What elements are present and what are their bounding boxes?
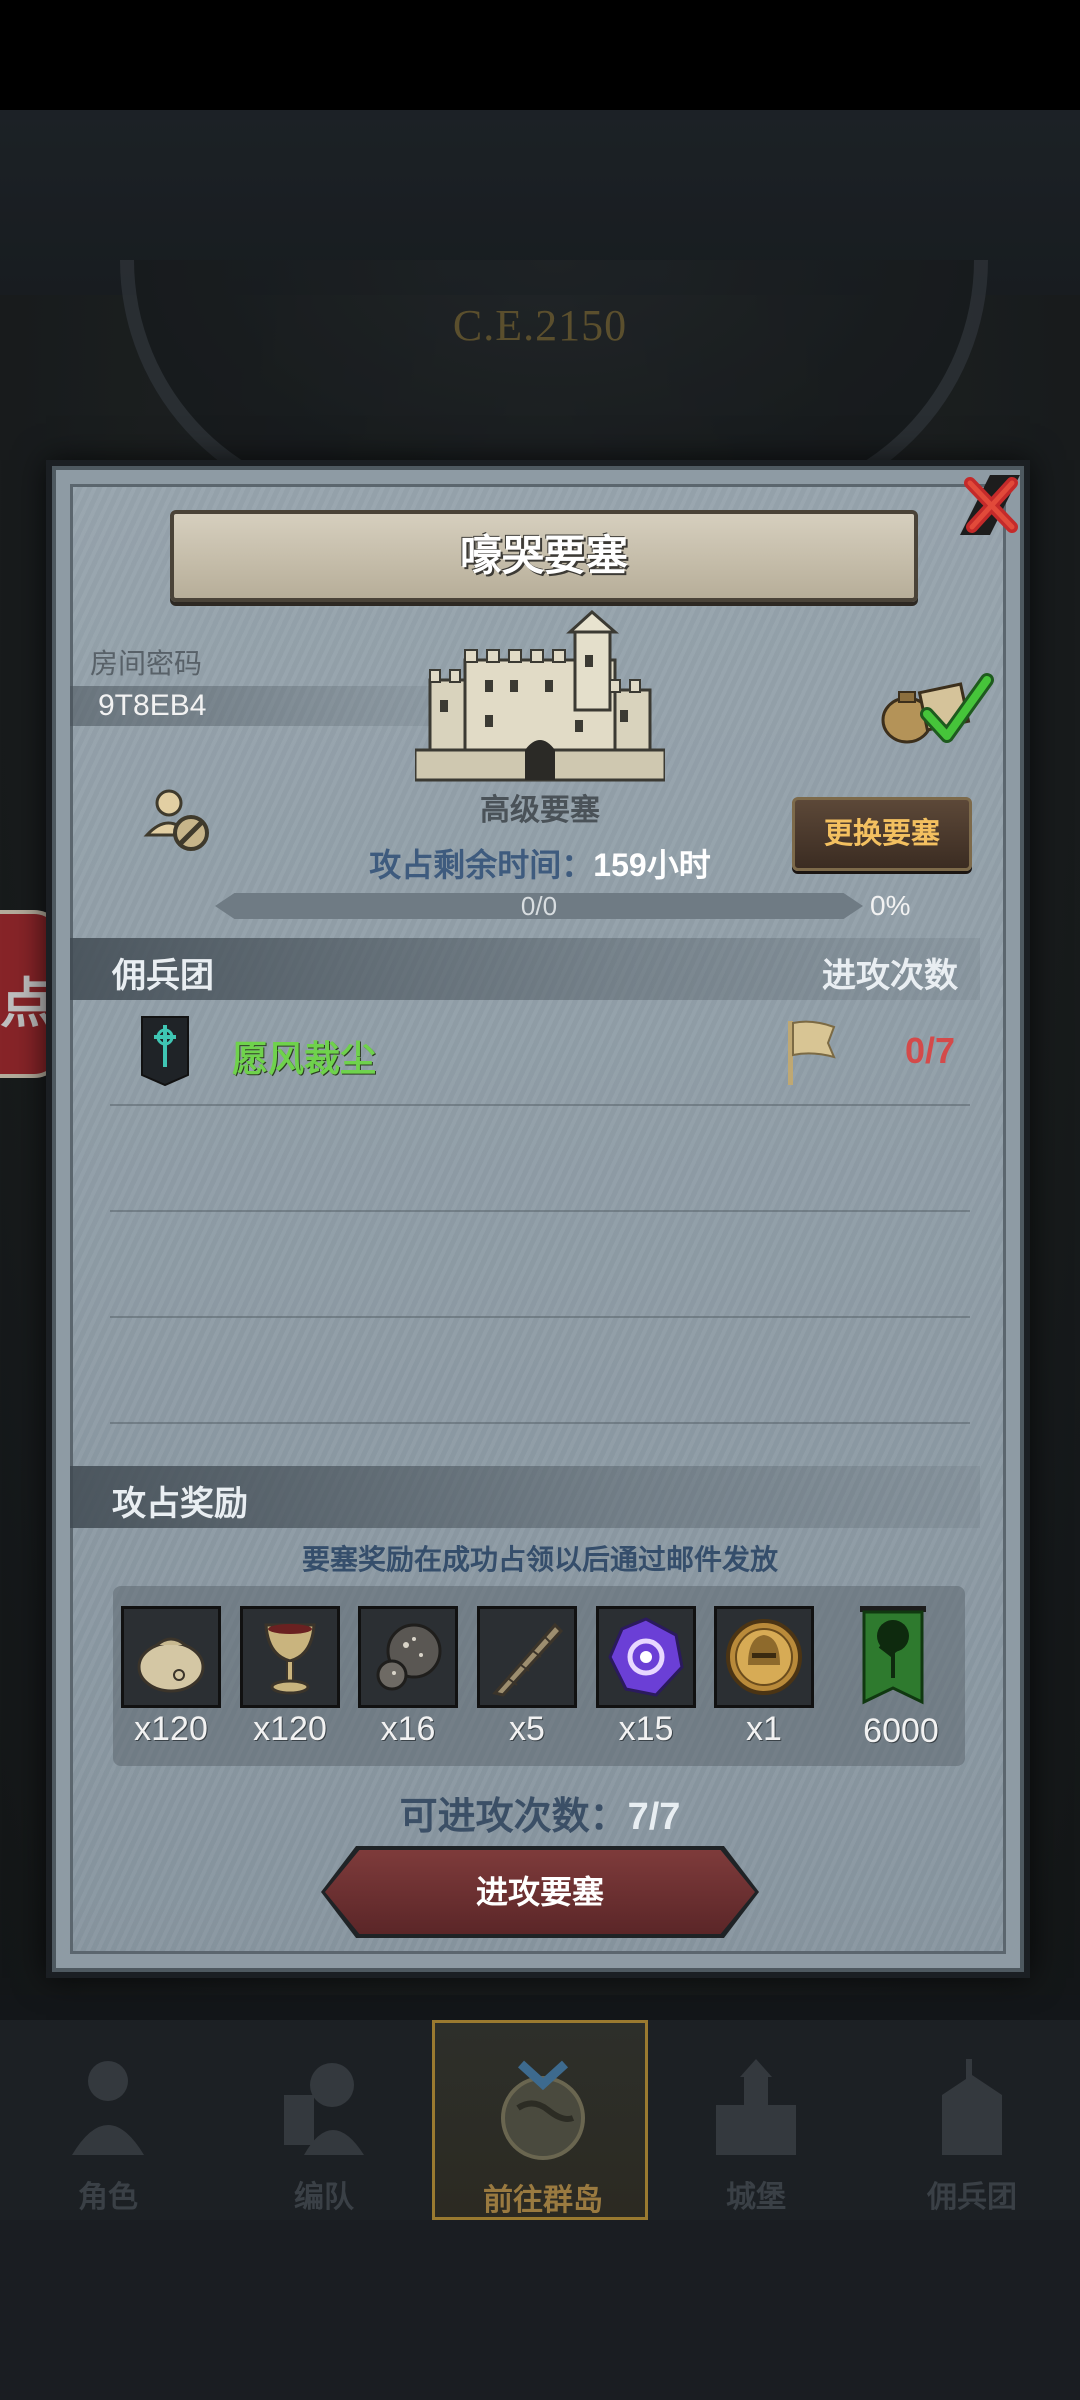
- reward-item[interactable]: x1: [714, 1606, 822, 1749]
- occupy-time: 攻占剩余时间：159小时: [0, 840, 1080, 886]
- legion-header-left: 佣兵团: [112, 957, 214, 995]
- castle-icon: [716, 2059, 796, 2155]
- nav-tab-islands[interactable]: 前往群岛: [432, 2020, 648, 2220]
- goblet-icon: [264, 1623, 316, 1695]
- rewards-note: 要塞奖励在成功占领以后通过邮件发放: [301, 1544, 778, 1575]
- nav-tab-formation[interactable]: 编队: [216, 2020, 432, 2220]
- nav-label: 编队: [294, 2181, 354, 2214]
- reward-item[interactable]: x120: [121, 1606, 229, 1749]
- resource-collected-icon[interactable]: [875, 670, 995, 750]
- reward-qty: x5: [509, 1710, 545, 1748]
- reward-banner-qty: 6000: [863, 1712, 939, 1750]
- coin-bag-icon: [137, 1637, 205, 1693]
- reward-qty: x16: [380, 1710, 436, 1748]
- legion-row-attacks: 0/7: [905, 1030, 956, 1071]
- reward-item[interactable]: x15: [596, 1606, 704, 1749]
- horn-icon: [492, 1622, 564, 1697]
- gold-helmet-medal-icon: [726, 1619, 802, 1695]
- reward-qty: x120: [253, 1710, 327, 1748]
- attacks-left-value: 7/7: [627, 1796, 681, 1838]
- divider: [110, 1104, 970, 1106]
- rewards-title: 攻占奖励: [112, 1485, 248, 1523]
- legion-emblem-icon: [141, 1016, 189, 1087]
- purple-gem-icon: [608, 1617, 684, 1697]
- fortress-castle-icon: [415, 610, 665, 782]
- nav-label: 佣兵团: [927, 2181, 1017, 2214]
- dialog-title: 嚎哭要塞: [170, 510, 918, 602]
- occupy-progress-percent: 0%: [870, 890, 911, 921]
- divider: [110, 1316, 970, 1318]
- nav-label: 角色: [78, 2181, 138, 2214]
- nav-label: 城堡: [726, 2181, 786, 2214]
- occupy-time-value: 159小时: [593, 847, 711, 883]
- attacks-left: 可进攻次数：7/7: [0, 1785, 1080, 1840]
- flag-icon: [788, 1020, 836, 1085]
- background-year: C.E.2150: [452, 301, 628, 350]
- mercenary-icon: [942, 2059, 1002, 2155]
- nav-tab-castle[interactable]: 城堡: [648, 2020, 864, 2220]
- reward-qty: x15: [618, 1710, 674, 1748]
- legion-row-name[interactable]: 愿风裁尘: [232, 1030, 376, 1082]
- occupy-progress-text: 0/0: [520, 891, 558, 921]
- attacks-left-label: 可进攻次数：: [399, 1796, 628, 1838]
- reward-item[interactable]: x16: [358, 1606, 466, 1749]
- divider: [110, 1210, 970, 1212]
- nav-tab-character[interactable]: 角色: [0, 2020, 216, 2220]
- room-code-label: 房间密码: [90, 648, 203, 679]
- reward-item[interactable]: x5: [477, 1606, 585, 1749]
- knight-icon: [72, 2061, 144, 2155]
- reward-qty: x1: [746, 1710, 782, 1748]
- reward-item[interactable]: x120: [240, 1606, 348, 1749]
- nav-tab-mercenary[interactable]: 佣兵团: [864, 2020, 1080, 2220]
- ore-icon: [376, 1623, 442, 1691]
- nav-label: 前往群岛: [483, 2184, 603, 2217]
- bottom-system-area: [0, 2220, 1080, 2400]
- room-code-value[interactable]: 9T8EB4: [98, 686, 206, 726]
- reward-qty: x120: [134, 1710, 208, 1748]
- tree-banner-icon[interactable]: [860, 1606, 926, 1706]
- legion-header-right: 进攻次数: [822, 957, 958, 995]
- attack-fortress-button[interactable]: 进攻要塞: [325, 1850, 755, 1934]
- divider: [110, 1422, 970, 1424]
- close-icon[interactable]: [950, 465, 1030, 545]
- occupy-time-label: 攻占剩余时间：: [369, 847, 594, 883]
- formation-icon: [284, 2063, 364, 2155]
- status-bar: [0, 0, 1080, 110]
- globe-icon: [501, 2060, 585, 2160]
